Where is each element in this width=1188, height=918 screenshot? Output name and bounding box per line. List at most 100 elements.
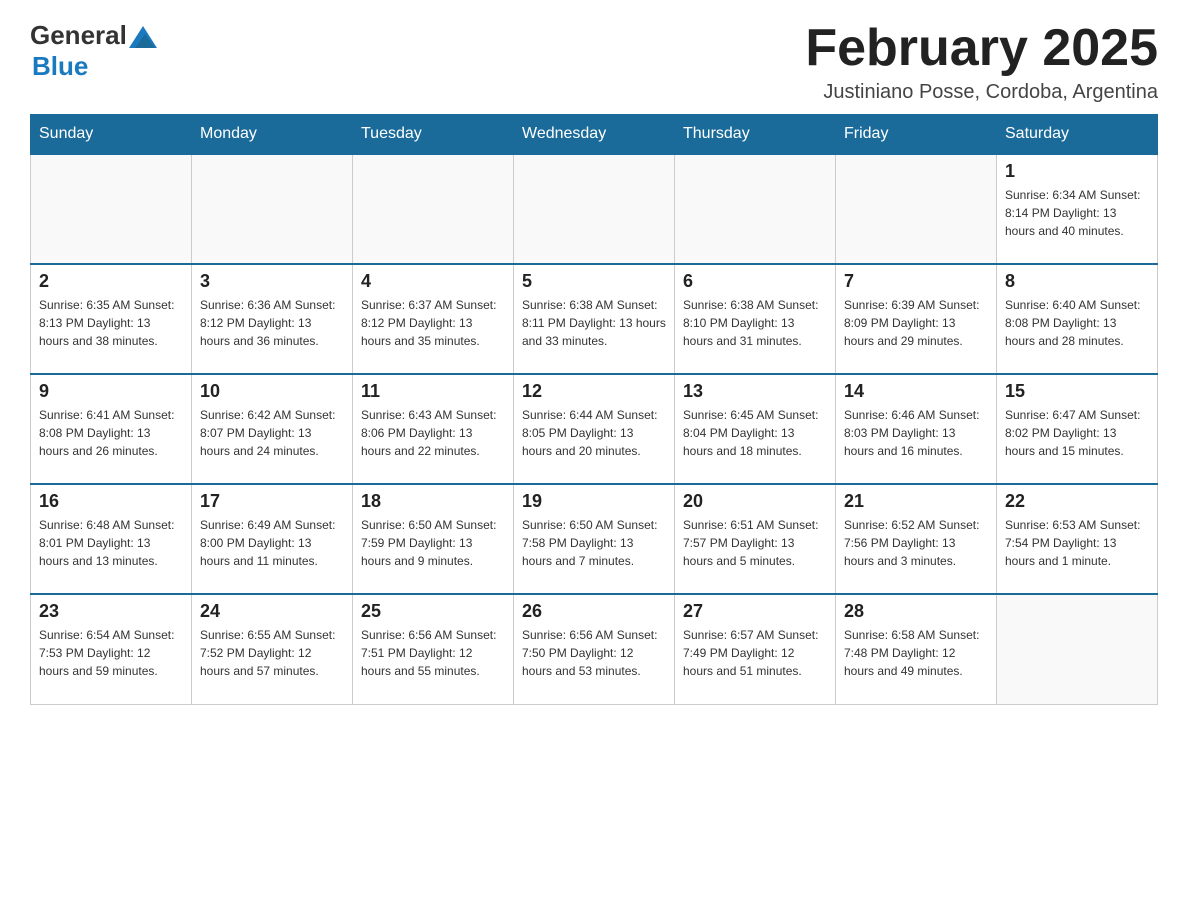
day-number: 11 [361, 381, 505, 402]
day-number: 23 [39, 601, 183, 622]
calendar-cell: 25Sunrise: 6:56 AM Sunset: 7:51 PM Dayli… [353, 594, 514, 704]
calendar-cell [836, 154, 997, 264]
day-number: 6 [683, 271, 827, 292]
day-info: Sunrise: 6:42 AM Sunset: 8:07 PM Dayligh… [200, 406, 344, 460]
day-info: Sunrise: 6:58 AM Sunset: 7:48 PM Dayligh… [844, 626, 988, 680]
day-number: 10 [200, 381, 344, 402]
day-info: Sunrise: 6:52 AM Sunset: 7:56 PM Dayligh… [844, 516, 988, 570]
day-number: 8 [1005, 271, 1149, 292]
day-number: 1 [1005, 161, 1149, 182]
calendar-cell: 19 Sunrise: 6:50 AM Sunset: 7:58 PM Dayli… [514, 484, 675, 594]
calendar-day-header: Saturday [997, 115, 1158, 155]
day-info: Sunrise: 6:50 AM Sunset: 7:58 PM Dayligh… [522, 516, 666, 570]
calendar-cell: 11 Sunrise: 6:43 AM Sunset: 8:06 PM Dayli… [353, 374, 514, 484]
calendar-cell: 1 Sunrise: 6:34 AM Sunset: 8:14 PM Daylig… [997, 154, 1158, 264]
calendar-cell: 26 Sunrise: 6:56 AM Sunset: 7:50 PM Dayli… [514, 594, 675, 704]
day-number: 26 [522, 601, 666, 622]
calendar-cell [353, 154, 514, 264]
day-info: Sunrise: 6:41 AM Sunset: 8:08 PM Dayligh… [39, 406, 183, 460]
day-number: 27 [683, 601, 827, 622]
day-info: Sunrise: 6:45 AM Sunset: 8:04 PM Dayligh… [683, 406, 827, 460]
calendar-cell: 27 Sunrise: 6:57 AM Sunset: 7:49 PM Dayli… [675, 594, 836, 704]
logo: General Blue [30, 20, 157, 82]
calendar-week-row: 23 Sunrise: 6:54 AM Sunset: 7:53 PM Dayli… [31, 594, 1158, 704]
page-header: General Blue February 2025 Justiniano Po… [30, 20, 1158, 104]
day-info: Sunrise: 6:40 AM Sunset: 8:08 PM Dayligh… [1005, 296, 1149, 350]
calendar-table: SundayMondayTuesdayWednesdayThursdayFrid… [30, 114, 1158, 705]
calendar-cell: 14 Sunrise: 6:46 AM Sunset: 8:03 PM Dayli… [836, 374, 997, 484]
day-info: Sunrise: 6:53 AM Sunset: 7:54 PM Dayligh… [1005, 516, 1149, 570]
day-info: Sunrise: 6:38 AM Sunset: 8:10 PM Dayligh… [683, 296, 827, 350]
day-number: 5 [522, 271, 666, 292]
day-info: Sunrise: 6:46 AM Sunset: 8:03 PM Dayligh… [844, 406, 988, 460]
day-number: 24 [200, 601, 344, 622]
calendar-cell: 16 Sunrise: 6:48 AM Sunset: 8:01 PM Dayli… [31, 484, 192, 594]
calendar-day-header: Tuesday [353, 115, 514, 155]
day-info: Sunrise: 6:34 AM Sunset: 8:14 PM Dayligh… [1005, 186, 1149, 240]
day-info: Sunrise: 6:48 AM Sunset: 8:01 PM Dayligh… [39, 516, 183, 570]
calendar-cell: 18Sunrise: 6:50 AM Sunset: 7:59 PM Dayli… [353, 484, 514, 594]
calendar-cell: 4 Sunrise: 6:37 AM Sunset: 8:12 PM Daylig… [353, 264, 514, 374]
calendar-cell: 20Sunrise: 6:51 AM Sunset: 7:57 PM Dayli… [675, 484, 836, 594]
logo-blue: Blue [32, 51, 88, 82]
calendar-day-header: Thursday [675, 115, 836, 155]
title-block: February 2025 Justiniano Posse, Cordoba,… [805, 20, 1158, 104]
day-info: Sunrise: 6:44 AM Sunset: 8:05 PM Dayligh… [522, 406, 666, 460]
day-info: Sunrise: 6:36 AM Sunset: 8:12 PM Dayligh… [200, 296, 344, 350]
day-info: Sunrise: 6:35 AM Sunset: 8:13 PM Dayligh… [39, 296, 183, 350]
calendar-cell: 8 Sunrise: 6:40 AM Sunset: 8:08 PM Daylig… [997, 264, 1158, 374]
logo-icon [129, 20, 157, 48]
calendar-cell: 21 Sunrise: 6:52 AM Sunset: 7:56 PM Dayli… [836, 484, 997, 594]
calendar-cell: 2 Sunrise: 6:35 AM Sunset: 8:13 PM Daylig… [31, 264, 192, 374]
day-number: 4 [361, 271, 505, 292]
calendar-week-row: 9 Sunrise: 6:41 AM Sunset: 8:08 PM Daylig… [31, 374, 1158, 484]
calendar-cell: 22 Sunrise: 6:53 AM Sunset: 7:54 PM Dayli… [997, 484, 1158, 594]
calendar-cell: 10 Sunrise: 6:42 AM Sunset: 8:07 PM Dayli… [192, 374, 353, 484]
day-number: 19 [522, 491, 666, 512]
calendar-cell: 12 Sunrise: 6:44 AM Sunset: 8:05 PM Dayli… [514, 374, 675, 484]
day-number: 12 [522, 381, 666, 402]
day-info: Sunrise: 6:39 AM Sunset: 8:09 PM Dayligh… [844, 296, 988, 350]
day-info: Sunrise: 6:57 AM Sunset: 7:49 PM Dayligh… [683, 626, 827, 680]
calendar-cell: 9 Sunrise: 6:41 AM Sunset: 8:08 PM Daylig… [31, 374, 192, 484]
calendar-cell: 15Sunrise: 6:47 AM Sunset: 8:02 PM Dayli… [997, 374, 1158, 484]
calendar-cell: 23 Sunrise: 6:54 AM Sunset: 7:53 PM Dayli… [31, 594, 192, 704]
calendar-cell [192, 154, 353, 264]
day-number: 21 [844, 491, 988, 512]
calendar-cell: 5 Sunrise: 6:38 AM Sunset: 8:11 PM Daylig… [514, 264, 675, 374]
day-number: 2 [39, 271, 183, 292]
day-info: Sunrise: 6:49 AM Sunset: 8:00 PM Dayligh… [200, 516, 344, 570]
calendar-cell: 6 Sunrise: 6:38 AM Sunset: 8:10 PM Daylig… [675, 264, 836, 374]
day-info: Sunrise: 6:50 AM Sunset: 7:59 PM Dayligh… [361, 516, 505, 570]
calendar-day-header: Friday [836, 115, 997, 155]
day-info: Sunrise: 6:54 AM Sunset: 7:53 PM Dayligh… [39, 626, 183, 680]
day-number: 20 [683, 491, 827, 512]
calendar-cell: 13 Sunrise: 6:45 AM Sunset: 8:04 PM Dayli… [675, 374, 836, 484]
day-number: 22 [1005, 491, 1149, 512]
day-number: 13 [683, 381, 827, 402]
calendar-cell: 24 Sunrise: 6:55 AM Sunset: 7:52 PM Dayli… [192, 594, 353, 704]
calendar-cell [997, 594, 1158, 704]
day-number: 9 [39, 381, 183, 402]
day-number: 25 [361, 601, 505, 622]
day-info: Sunrise: 6:37 AM Sunset: 8:12 PM Dayligh… [361, 296, 505, 350]
calendar-cell: 17 Sunrise: 6:49 AM Sunset: 8:00 PM Dayli… [192, 484, 353, 594]
page-subtitle: Justiniano Posse, Cordoba, Argentina [805, 81, 1158, 104]
calendar-week-row: 2 Sunrise: 6:35 AM Sunset: 8:13 PM Daylig… [31, 264, 1158, 374]
calendar-cell: 7 Sunrise: 6:39 AM Sunset: 8:09 PM Daylig… [836, 264, 997, 374]
calendar-cell [675, 154, 836, 264]
day-number: 17 [200, 491, 344, 512]
day-number: 3 [200, 271, 344, 292]
logo-general: General [30, 20, 127, 51]
page-title: February 2025 [805, 20, 1158, 77]
day-info: Sunrise: 6:55 AM Sunset: 7:52 PM Dayligh… [200, 626, 344, 680]
day-number: 16 [39, 491, 183, 512]
day-number: 7 [844, 271, 988, 292]
day-info: Sunrise: 6:38 AM Sunset: 8:11 PM Dayligh… [522, 296, 666, 350]
day-number: 28 [844, 601, 988, 622]
day-info: Sunrise: 6:56 AM Sunset: 7:50 PM Dayligh… [522, 626, 666, 680]
calendar-week-row: 1 Sunrise: 6:34 AM Sunset: 8:14 PM Daylig… [31, 154, 1158, 264]
day-info: Sunrise: 6:43 AM Sunset: 8:06 PM Dayligh… [361, 406, 505, 460]
day-number: 14 [844, 381, 988, 402]
day-number: 15 [1005, 381, 1149, 402]
